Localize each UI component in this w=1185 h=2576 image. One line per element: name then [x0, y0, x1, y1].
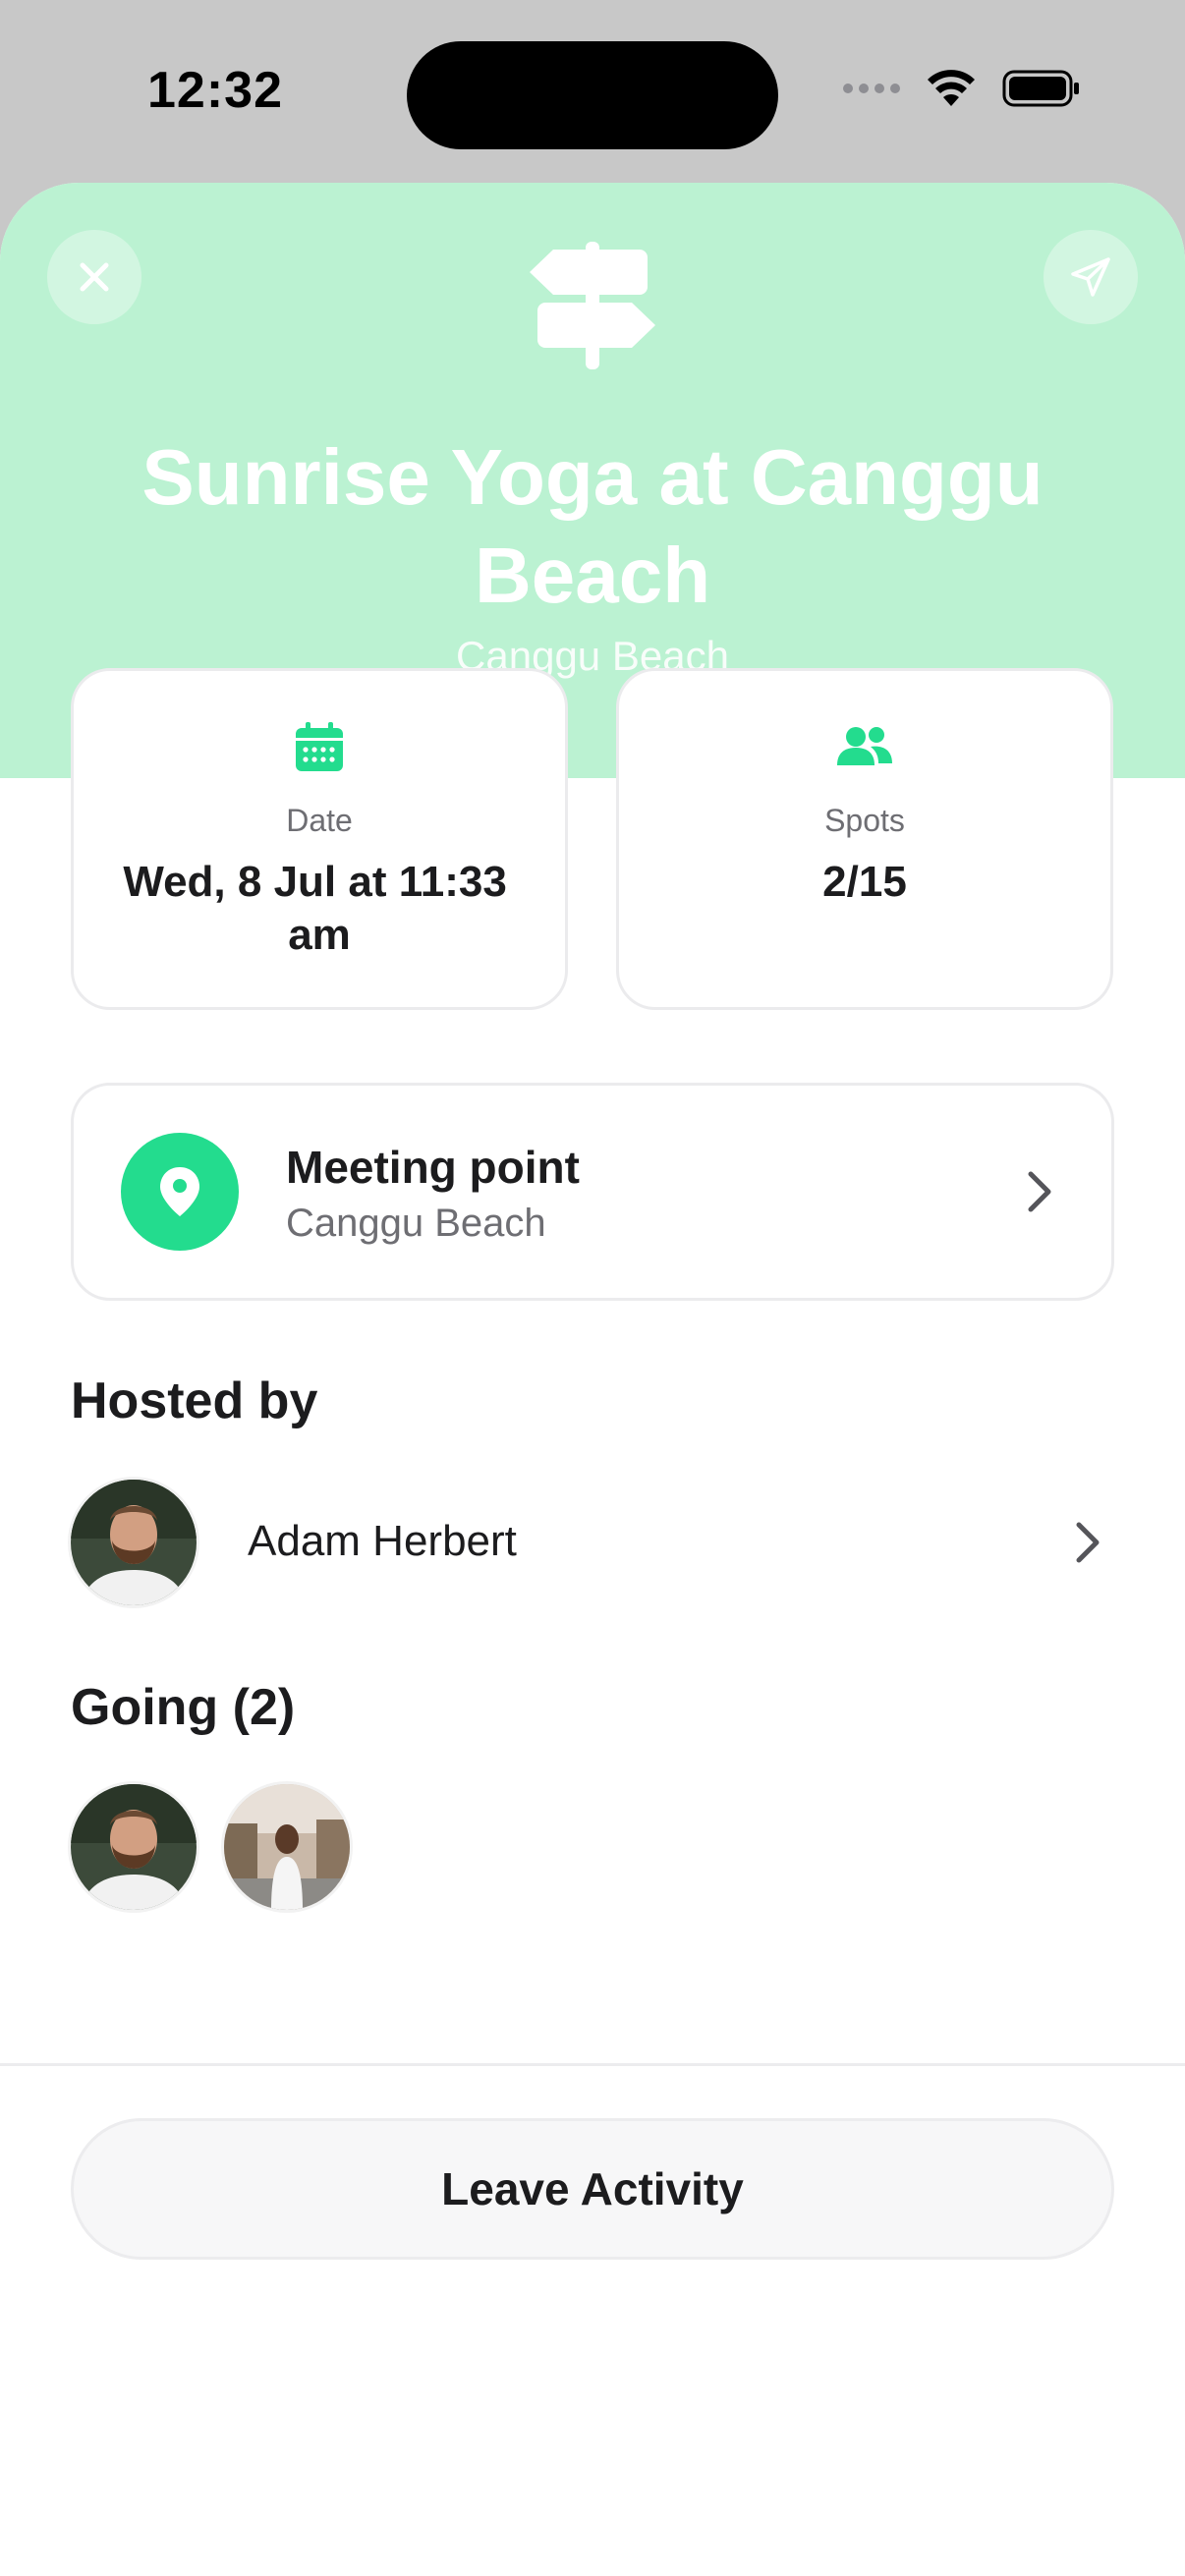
host-avatar-photo [71, 1480, 197, 1605]
activity-title: Sunrise Yoga at Canggu Beach [141, 433, 1044, 619]
paper-plane-icon [1071, 257, 1110, 297]
meeting-point-row[interactable]: Meeting point Canggu Beach [71, 1083, 1114, 1301]
spots-label: Spots [824, 803, 905, 838]
date-card: Date Wed, 8 Jul at 11:33 am [71, 668, 568, 1010]
battery-icon [1002, 70, 1079, 107]
signpost-icon [530, 242, 655, 369]
chevron-right-icon[interactable] [1073, 1521, 1102, 1564]
going-avatar[interactable] [71, 1784, 197, 1910]
host-avatar[interactable] [71, 1480, 197, 1605]
attendee-avatar-photo [224, 1784, 350, 1910]
calendar-icon [296, 722, 343, 771]
meeting-point-place: Canggu Beach [286, 1202, 546, 1245]
going-avatar[interactable] [224, 1784, 350, 1910]
chevron-right-icon [1028, 1171, 1051, 1212]
people-icon [837, 727, 892, 765]
activity-sheet: Sunrise Yoga at Canggu Beach Canggu Beac… [0, 183, 1185, 2576]
host-name[interactable]: Adam Herbert [248, 1517, 517, 1566]
hosted-by-heading: Hosted by [71, 1372, 318, 1429]
wifi-icon [928, 70, 975, 106]
attendee-avatar-photo [71, 1784, 197, 1910]
dynamic-island [407, 41, 778, 149]
spots-value: 2/15 [822, 858, 907, 906]
close-button[interactable] [47, 230, 141, 324]
map-pin-icon [160, 1167, 199, 1216]
leave-activity-button[interactable]: Leave Activity [71, 2118, 1114, 2260]
date-label: Date [286, 803, 353, 838]
share-button[interactable] [1044, 230, 1138, 324]
date-value: Wed, 8 Jul at 11:33 am [123, 858, 516, 959]
meeting-point-title: Meeting point [286, 1142, 580, 1193]
close-icon [80, 262, 109, 292]
status-indicators [843, 69, 1081, 108]
bottom-divider [0, 2063, 1185, 2066]
status-bar: 12:32 [0, 0, 1185, 187]
cellular-signal-icon [843, 84, 900, 93]
status-time: 12:32 [147, 62, 283, 119]
going-heading: Going (2) [71, 1679, 296, 1736]
spots-card: Spots 2/15 [616, 668, 1113, 1010]
